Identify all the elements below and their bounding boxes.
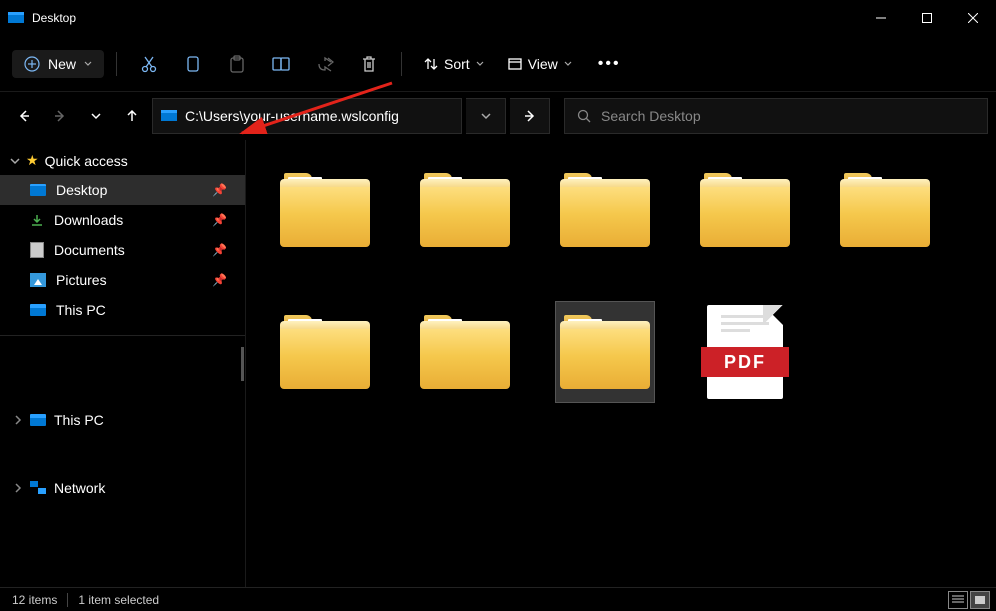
pin-icon: 📌 xyxy=(212,273,227,287)
network-icon xyxy=(30,481,46,495)
chevron-down-icon xyxy=(84,60,92,68)
sidebar-item-label: Downloads xyxy=(54,212,123,228)
status-item-count: 12 items xyxy=(12,593,57,607)
delete-button[interactable] xyxy=(349,46,389,82)
view-icon xyxy=(508,57,522,71)
details-view-button[interactable] xyxy=(948,591,968,609)
view-button[interactable]: View xyxy=(498,50,582,78)
chevron-right-icon xyxy=(14,480,22,496)
location-icon xyxy=(161,108,177,124)
view-label: View xyxy=(528,56,558,72)
chevron-down-icon xyxy=(564,60,572,68)
sidebar-item-documents[interactable]: Documents 📌 xyxy=(0,235,245,265)
copy-button[interactable] xyxy=(173,46,213,82)
new-button[interactable]: New xyxy=(12,50,104,78)
thumbnails-view-button[interactable] xyxy=(970,591,990,609)
icons-grid: PDF xyxy=(276,160,984,402)
title-bar: Desktop xyxy=(0,0,996,36)
status-bar: 12 items 1 item selected xyxy=(0,587,996,611)
content-pane[interactable]: PDF xyxy=(246,140,996,587)
download-icon xyxy=(30,213,44,227)
plus-circle-icon xyxy=(24,56,40,72)
folder-item-selected[interactable] xyxy=(556,302,654,402)
sidebar-item-thispc-quick[interactable]: This PC xyxy=(0,295,245,325)
pdf-item[interactable]: PDF xyxy=(696,302,794,402)
sidebar-item-desktop[interactable]: Desktop 📌 xyxy=(0,175,245,205)
paste-button[interactable] xyxy=(217,46,257,82)
status-selected: 1 item selected xyxy=(78,593,159,607)
desktop-icon xyxy=(30,184,46,196)
minimize-button[interactable] xyxy=(858,0,904,36)
folder-item[interactable] xyxy=(276,302,374,402)
go-button[interactable] xyxy=(510,98,550,134)
folder-item[interactable] xyxy=(696,160,794,260)
sidebar-separator xyxy=(0,335,245,336)
folder-item[interactable] xyxy=(416,160,514,260)
sidebar-item-downloads[interactable]: Downloads 📌 xyxy=(0,205,245,235)
recent-button[interactable] xyxy=(80,100,112,132)
pin-icon: 📌 xyxy=(212,183,227,197)
pc-icon xyxy=(30,304,46,316)
status-separator xyxy=(67,593,68,607)
folder-item[interactable] xyxy=(276,160,374,260)
toolbar-separator xyxy=(401,52,402,76)
sidebar: ★ Quick access Desktop 📌 Downloads 📌 Doc… xyxy=(0,140,246,587)
sidebar-item-pictures[interactable]: Pictures 📌 xyxy=(0,265,245,295)
sort-label: Sort xyxy=(444,56,470,72)
folder-item[interactable] xyxy=(416,302,514,402)
new-label: New xyxy=(48,56,76,72)
main-area: ★ Quick access Desktop 📌 Downloads 📌 Doc… xyxy=(0,140,996,587)
toolbar-separator xyxy=(116,52,117,76)
sort-icon xyxy=(424,57,438,71)
sidebar-item-label: This PC xyxy=(54,412,104,428)
cut-button[interactable] xyxy=(129,46,169,82)
pin-icon: 📌 xyxy=(212,213,227,227)
search-icon xyxy=(577,109,591,123)
quick-access-label: Quick access xyxy=(45,153,128,169)
address-history-button[interactable] xyxy=(466,98,506,134)
more-button[interactable]: ••• xyxy=(586,49,633,79)
folder-item[interactable] xyxy=(836,160,934,260)
forward-button[interactable] xyxy=(44,100,76,132)
sidebar-item-label: Desktop xyxy=(56,182,107,198)
share-button[interactable] xyxy=(305,46,345,82)
chevron-down-icon xyxy=(10,156,20,166)
maximize-button[interactable] xyxy=(904,0,950,36)
toolbar: New Sort View ••• xyxy=(0,36,996,92)
sort-button[interactable]: Sort xyxy=(414,50,494,78)
up-button[interactable] xyxy=(116,100,148,132)
chevron-right-icon xyxy=(14,412,22,428)
pin-icon: 📌 xyxy=(212,243,227,257)
address-path: C:\Users\your-username.wslconfig xyxy=(185,108,453,124)
search-placeholder: Search Desktop xyxy=(601,108,701,124)
sidebar-item-label: Pictures xyxy=(56,272,107,288)
pdf-label: PDF xyxy=(701,347,789,377)
window-controls xyxy=(858,0,996,36)
sidebar-item-network[interactable]: Network xyxy=(0,474,245,502)
rename-button[interactable] xyxy=(261,46,301,82)
document-icon xyxy=(30,242,44,258)
address-bar[interactable]: C:\Users\your-username.wslconfig xyxy=(152,98,462,134)
sidebar-item-label: This PC xyxy=(56,302,106,318)
back-button[interactable] xyxy=(8,100,40,132)
sidebar-item-label: Documents xyxy=(54,242,125,258)
star-icon: ★ xyxy=(26,152,39,169)
navigation-row: C:\Users\your-username.wslconfig Search … xyxy=(0,92,996,140)
search-box[interactable]: Search Desktop xyxy=(564,98,988,134)
window-title: Desktop xyxy=(32,11,76,25)
folder-item[interactable] xyxy=(556,160,654,260)
sidebar-resize-handle[interactable] xyxy=(239,140,245,587)
sidebar-item-thispc[interactable]: This PC xyxy=(0,406,245,434)
pictures-icon xyxy=(30,273,46,287)
quick-access-header[interactable]: ★ Quick access xyxy=(0,146,245,175)
title-left: Desktop xyxy=(8,10,76,26)
close-button[interactable] xyxy=(950,0,996,36)
chevron-down-icon xyxy=(476,60,484,68)
app-icon xyxy=(8,10,24,26)
pc-icon xyxy=(30,414,46,426)
sidebar-item-label: Network xyxy=(54,480,105,496)
